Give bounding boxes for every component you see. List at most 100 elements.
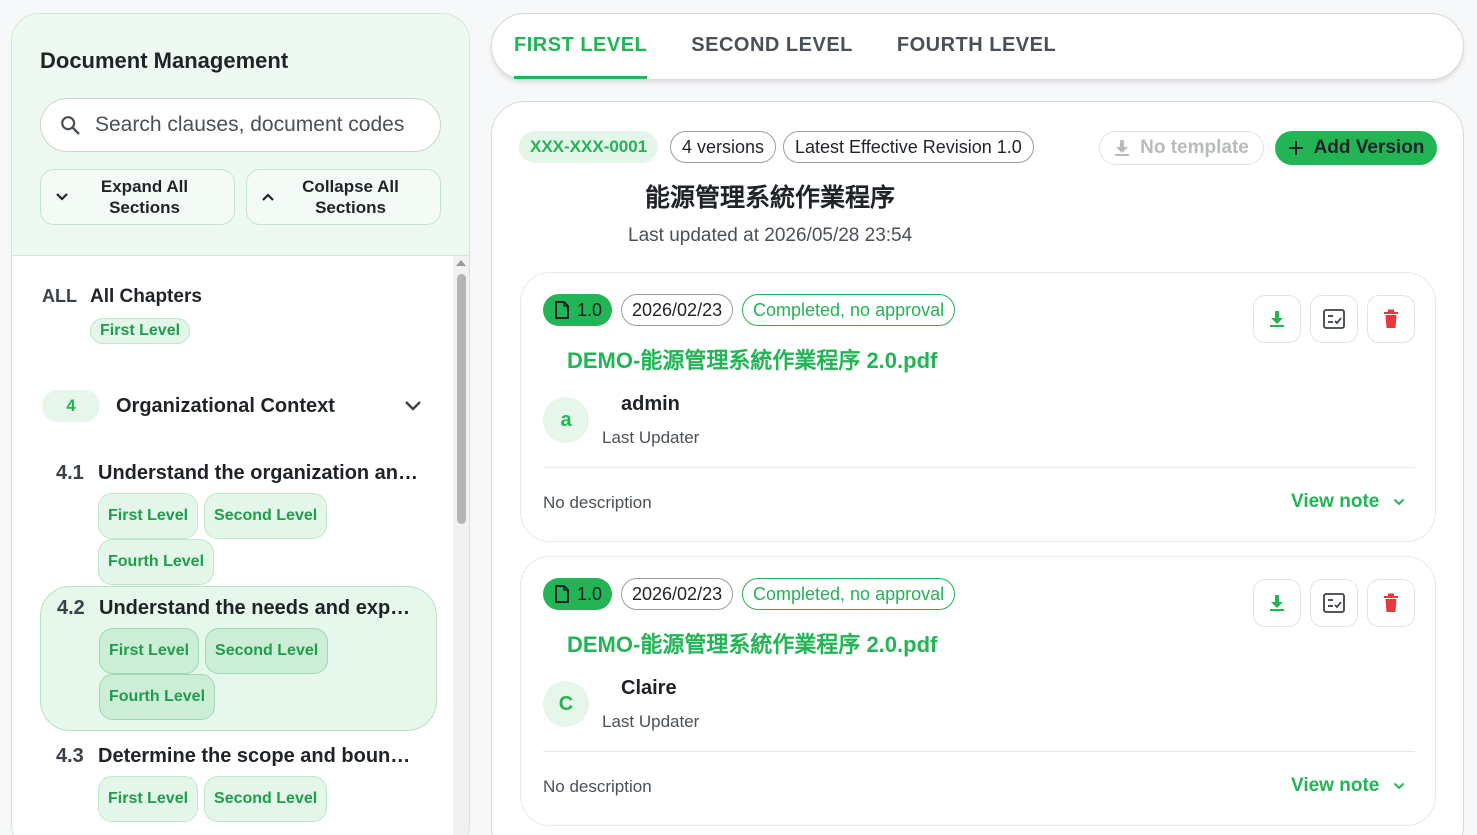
download-version-button[interactable] [1253,579,1301,627]
section-number: 4.3 [56,745,84,767]
add-version-label: Add Version [1313,137,1425,158]
section-item[interactable]: 4.3 Determine the scope and boundaries Fi… [40,735,437,832]
avatar: C [543,681,589,727]
all-chapters-item[interactable]: ALL All Chapters First Level [42,286,202,344]
document-updated: Last updated at 2026/05/28 23:54 [628,225,913,246]
search-box[interactable] [40,98,441,152]
chevron-down-icon [1394,498,1405,506]
no-template-button[interactable]: No template [1099,131,1264,165]
version-number: 1.0 [577,299,603,320]
view-note-button[interactable]: View note [1291,775,1405,797]
scrollbar[interactable] [453,256,469,835]
section-number: 4.2 [57,597,85,619]
expand-all-button[interactable]: Expand All Sections [40,169,235,225]
tab-second-level[interactable]: SECOND LEVEL [691,14,853,79]
section-number: 4.1 [56,462,84,484]
checklist-icon [1323,593,1345,613]
view-note-button[interactable]: View note [1291,491,1405,513]
download-icon [1270,311,1284,327]
tab-first-level[interactable]: FIRST LEVEL [514,14,648,79]
level-tag: Fourth Level [98,539,215,585]
delete-version-button[interactable] [1367,579,1415,627]
delete-version-button[interactable] [1367,295,1415,343]
view-note-label: View note [1291,491,1380,512]
chapter-number: 4 [42,390,100,422]
review-version-button[interactable] [1310,579,1358,627]
chapter-name: Organizational Context [116,394,335,417]
section-item-active[interactable]: 4.2 Understand the needs and expectations… [40,586,437,731]
chevron-down-icon [1394,782,1405,790]
collapse-all-label: Collapse All Sections [302,177,399,217]
level-tag: First Level [98,493,199,539]
chevron-down-icon[interactable] [404,400,422,412]
section-item[interactable]: 4.1 Understand the organization and its c… [40,452,437,595]
chevron-up-icon [262,193,274,201]
level-tag: First Level [99,628,200,674]
chevron-down-icon [56,193,68,201]
sidebar-title: Document Management [40,48,289,73]
tab-label: FIRST LEVEL [514,34,648,56]
plus-icon [1288,141,1303,155]
chapter-item[interactable]: 4 Organizational Context [42,388,422,424]
versions-count-badge: 4 versions [670,131,777,163]
avatar: a [543,397,589,443]
scroll-up-arrow[interactable] [456,260,466,266]
trash-icon [1384,593,1398,612]
file-link[interactable]: DEMO-能源管理系統作業程序 2.0.pdf [567,627,937,659]
version-date: 2026/02/23 [621,578,734,610]
version-number: 1.0 [577,583,603,604]
expand-all-label: Expand All Sections [100,177,189,217]
checklist-icon [1323,309,1345,329]
version-badge: 1.0 [543,578,613,610]
level-tag: Fourth Level [99,674,216,720]
user-name: admin [621,393,680,415]
review-version-button[interactable] [1310,295,1358,343]
search-input[interactable] [95,113,422,137]
tab-label: SECOND LEVEL [691,34,853,56]
view-note-label: View note [1291,775,1380,796]
version-badge: 1.0 [543,294,613,326]
version-description: No description [543,777,652,796]
download-icon [1115,140,1130,156]
level-tag: Second Level [204,493,328,539]
all-code: ALL [42,286,77,306]
search-icon [61,116,80,135]
add-version-button[interactable]: Add Version [1275,131,1437,165]
file-icon [555,585,569,603]
status-badge: Completed, no approval [742,294,956,326]
document-title: 能源管理系統作業程序 [645,184,896,212]
document-panel: XXX-XXX-0001 4 versions Latest Effective… [491,101,1464,835]
file-link[interactable]: DEMO-能源管理系統作業程序 2.0.pdf [567,343,937,375]
tab-label: FOURTH LEVEL [896,34,1057,56]
level-tabs: FIRST LEVEL SECOND LEVEL FOURTH LEVEL [491,13,1464,80]
section-title: Understand the organization and its cont… [98,462,420,484]
scroll-thumb[interactable] [457,274,466,524]
collapse-all-button[interactable]: Collapse All Sections [246,169,441,225]
divider [543,751,1415,752]
tab-fourth-level[interactable]: FOURTH LEVEL [897,14,1056,79]
sidebar-header: Document Management Expand All Sections … [12,14,469,256]
level-tag: Second Level [205,628,329,674]
download-version-button[interactable] [1253,295,1301,343]
no-template-label: No template [1140,137,1249,158]
user-role: Last Updater [602,428,700,447]
divider [543,467,1415,468]
latest-revision-badge: Latest Effective Revision 1.0 [783,131,1034,163]
file-icon [555,301,569,319]
level-tag: First Level [98,776,199,822]
user-name: Claire [621,677,677,699]
section-title: Understand the needs and expectations of… [99,597,421,619]
section-title: Determine the scope and boundaries [98,745,420,767]
sidebar: Document Management Expand All Sections … [11,13,470,835]
chapter-list: ALL All Chapters First Level 4 Organizati… [12,256,469,835]
user-role: Last Updater [602,712,700,731]
document-code: XXX-XXX-0001 [519,131,659,163]
status-badge: Completed, no approval [742,578,956,610]
version-card: 1.0 2026/02/23 Completed, no approval DE… [520,272,1436,542]
version-description: No description [543,493,652,512]
level-tag: First Level [90,318,191,344]
version-date: 2026/02/23 [621,294,734,326]
all-name: All Chapters [90,286,202,307]
version-card: 1.0 2026/02/23 Completed, no approval DE… [520,556,1436,826]
download-icon [1270,595,1284,611]
